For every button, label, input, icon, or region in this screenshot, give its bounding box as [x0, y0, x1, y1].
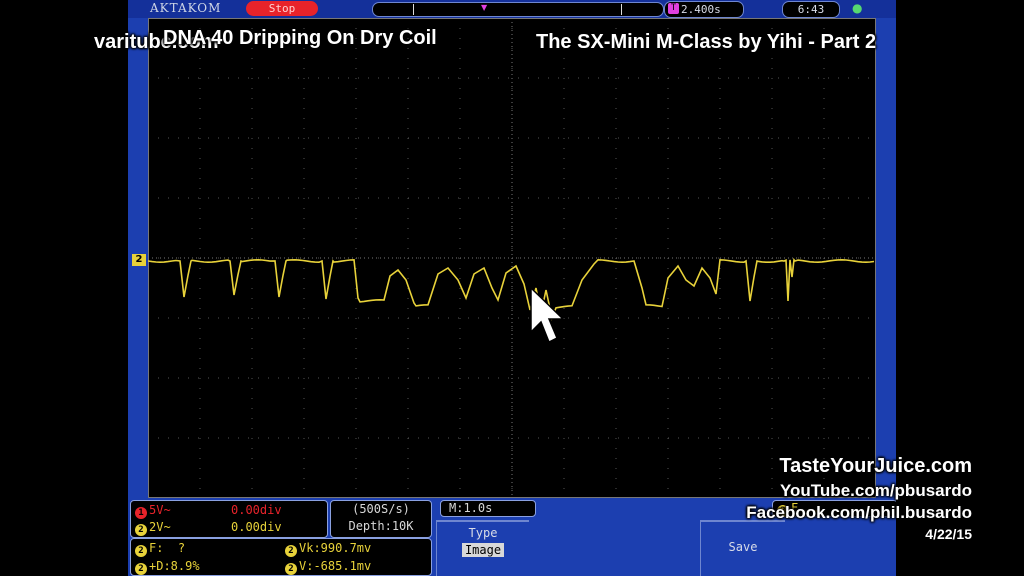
memory-timeline: ▼ — [372, 2, 664, 17]
voltage-value: V:-685.1mv — [299, 559, 372, 573]
duty-value: +D:8.9% — [149, 559, 200, 573]
video-title: The SX-Mini M-Class by Yihi - Part 2 — [536, 31, 877, 53]
type-softkey-label: Type — [468, 526, 498, 540]
vk-measure: 2 Vk:990.7mv — [285, 540, 372, 557]
credit-website: TasteYourJuice.com — [779, 455, 972, 477]
waveform-screen — [148, 18, 876, 498]
video-subtitle: DNA 40 Dripping On Dry Coil — [163, 27, 437, 49]
timebase-value: 2.400s — [681, 3, 721, 16]
save-softkey[interactable]: Save — [700, 520, 785, 576]
mouse-pointer-icon — [530, 286, 565, 344]
timeline-marker — [413, 4, 414, 15]
type-softkey-value: Image — [461, 543, 505, 557]
timebase-readout: T 2.400s — [664, 1, 744, 18]
type-softkey[interactable]: Type Image — [436, 520, 529, 576]
channel-2-badge: 2 — [135, 563, 147, 575]
timebase-badge: T — [668, 3, 679, 14]
timeline-marker — [621, 4, 622, 15]
channel-settings-box[interactable]: 1 5V~ 0.00div 2 2V~ 0.00div — [130, 500, 328, 538]
credit-facebook: Facebook.com/phil.busardo — [746, 503, 972, 522]
memory-depth: Depth:10K — [348, 519, 414, 533]
duty-measure: 2 +D:8.9% — [135, 558, 200, 575]
voltage-measure: 2 V:-685.1mv — [285, 558, 372, 575]
channel-2-badge: 2 — [285, 545, 297, 557]
frequency-value: ? — [177, 541, 186, 555]
trigger-position-icon: ▼ — [481, 3, 488, 12]
brand-label: AKTAKOM — [150, 1, 222, 15]
channel-1-scale: 5V~ — [149, 503, 171, 517]
usb-icon: ● — [852, 1, 863, 15]
channel-2-badge: 2 — [285, 563, 297, 575]
clock-readout: 6:43 — [782, 1, 840, 18]
channel-1-badge: 1 — [135, 507, 147, 519]
channel-2-offset: 0.00div — [231, 520, 282, 534]
channel-1-row: 1 5V~ 0.00div — [135, 502, 282, 519]
sample-rate: (500S/s) — [352, 502, 410, 516]
frequency-measure: 2 F: ? — [135, 540, 186, 557]
frequency-label: F: — [149, 541, 164, 555]
channel-2-badge: 2 — [135, 545, 147, 557]
credit-youtube: YouTube.com/pbusardo — [779, 481, 972, 500]
channel-1-offset: 0.00div — [231, 503, 282, 517]
channel-2-level-marker[interactable]: 2 — [132, 254, 146, 266]
run-stop-indicator[interactable]: Stop — [246, 1, 318, 16]
vk-value: Vk:990.7mv — [299, 541, 372, 555]
channel-2-scale: 2V~ — [149, 520, 171, 534]
top-status-bar: AKTAKOM Stop ▼ T 2.400s 6:43 ● — [128, 0, 896, 18]
main-timebase-box: M:1.0s — [440, 500, 536, 517]
acquisition-box: (500S/s) Depth:10K — [330, 500, 432, 538]
measurements-box: 2 F: ? 2 Vk:990.7mv 2 +D:8.9% 2 V:-685.1mv — [130, 538, 432, 576]
video-date: 4/22/15 — [925, 526, 972, 542]
channel-2-row: 2 2V~ 0.00div — [135, 519, 282, 536]
channel-2-badge: 2 — [135, 524, 147, 536]
